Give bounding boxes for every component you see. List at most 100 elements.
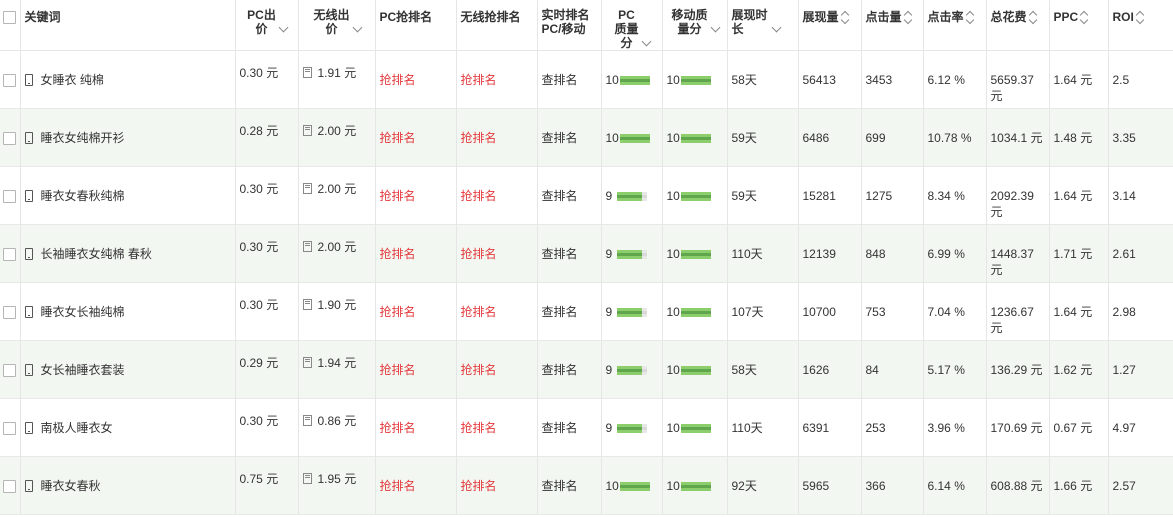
sort-icon[interactable]: [278, 22, 288, 33]
realtime-rank-cell: 查排名: [537, 282, 602, 341]
header-total-cost[interactable]: 总花费: [986, 0, 1050, 51]
select-all-checkbox[interactable]: [3, 11, 16, 25]
header-pc-quality[interactable]: PC质量分: [601, 0, 663, 51]
sort-icon[interactable]: [641, 36, 651, 47]
header-ppc[interactable]: PPC: [1049, 0, 1109, 51]
wireless-icon: [302, 299, 312, 310]
check-rank-link[interactable]: 查排名: [542, 189, 578, 203]
pc-quality-cell: 9: [601, 398, 663, 457]
quality-bar: [680, 247, 711, 263]
table-row: 睡衣女春秋 0.75 元 1.95 元抢排名 抢排名 查排名 10 10 92天 5965 366…: [0, 456, 1173, 515]
pc-rank-link[interactable]: 抢排名: [380, 247, 416, 261]
row-checkbox[interactable]: [3, 132, 16, 146]
total-cost-cell: 608.88 元: [986, 456, 1050, 515]
wireless-bid-cell: 1.94 元: [298, 340, 376, 399]
sort-icon[interactable]: [771, 22, 781, 33]
mobile-icon: [24, 364, 33, 376]
check-rank-link[interactable]: 查排名: [542, 305, 578, 319]
ppc-cell: 1.48 元: [1049, 108, 1109, 167]
wireless-rank-link[interactable]: 抢排名: [461, 421, 497, 435]
table-row: 女睡衣 纯棉 0.30 元 1.91 元抢排名 抢排名 查排名 10 10 58天 56413 3…: [0, 50, 1173, 109]
check-rank-link[interactable]: 查排名: [542, 73, 578, 87]
table-row: 女长袖睡衣套装 0.29 元 1.94 元抢排名 抢排名 查排名 9 10 58天 1626 8…: [0, 340, 1173, 399]
clicks-cell: 253: [861, 398, 924, 457]
wireless-rank-link[interactable]: 抢排名: [461, 479, 497, 493]
wireless-rank-link[interactable]: 抢排名: [461, 247, 497, 261]
row-checkbox[interactable]: [3, 248, 16, 262]
header-wireless-bid[interactable]: 无线出价: [298, 0, 376, 51]
header-ctr[interactable]: 点击率: [923, 0, 987, 51]
check-rank-link[interactable]: 查排名: [542, 247, 578, 261]
sort-icon[interactable]: [1135, 11, 1145, 25]
wireless-rank-cell: 抢排名: [456, 50, 538, 109]
wireless-rank-link[interactable]: 抢排名: [461, 305, 497, 319]
table-row: 长袖睡衣女纯棉 春秋 0.30 元 2.00 元抢排名 抢排名 查排名 9 10 110天 1…: [0, 224, 1173, 283]
check-rank-link[interactable]: 查排名: [542, 363, 578, 377]
check-rank-link[interactable]: 查排名: [542, 131, 578, 145]
row-checkbox[interactable]: [3, 74, 16, 88]
total-cost-cell: 1448.37 元: [986, 224, 1050, 283]
wireless-rank-cell: 抢排名: [456, 340, 538, 399]
check-rank-link[interactable]: 查排名: [542, 479, 578, 493]
quality-bar: [680, 131, 711, 147]
header-mobile-quality[interactable]: 移动质量分: [662, 0, 728, 51]
pc-rank-link[interactable]: 抢排名: [380, 421, 416, 435]
table-row: 南极人睡衣女 0.30 元 0.86 元抢排名 抢排名 查排名 9 10 110天 6391 2…: [0, 398, 1173, 457]
sort-icon[interactable]: [965, 11, 974, 25]
header-roi[interactable]: ROI: [1108, 0, 1173, 51]
ppc-cell: 0.67 元: [1049, 398, 1109, 457]
pc-rank-cell: 抢排名: [375, 282, 457, 341]
impressions-cell: 10700: [798, 282, 862, 341]
row-checkbox[interactable]: [3, 306, 16, 320]
row-checkbox[interactable]: [3, 422, 16, 436]
pc-rank-link[interactable]: 抢排名: [380, 305, 416, 319]
wireless-bid-cell: 2.00 元: [298, 224, 376, 283]
header-display-days[interactable]: 展现时长: [727, 0, 799, 51]
impressions-cell: 56413: [798, 50, 862, 109]
pc-rank-link[interactable]: 抢排名: [380, 363, 416, 377]
table-header: 关键词 PC出价 无线出价 PC抢排名 无线抢排名 实时排名PC/移动 PC质量…: [0, 0, 1173, 51]
header-impressions[interactable]: 展现量: [798, 0, 862, 51]
wireless-rank-link[interactable]: 抢排名: [461, 189, 497, 203]
wireless-rank-link[interactable]: 抢排名: [461, 363, 497, 377]
pc-rank-link[interactable]: 抢排名: [380, 73, 416, 87]
keyword-cell: 南极人睡衣女: [20, 398, 236, 457]
clicks-cell: 84: [861, 340, 924, 399]
sort-icon[interactable]: [352, 22, 362, 33]
wireless-rank-link[interactable]: 抢排名: [461, 73, 497, 87]
sort-icon[interactable]: [1079, 11, 1089, 25]
realtime-rank-cell: 查排名: [537, 166, 602, 225]
sort-icon[interactable]: [1028, 11, 1037, 25]
clicks-cell: 848: [861, 224, 924, 283]
pc-rank-link[interactable]: 抢排名: [380, 131, 416, 145]
row-checkbox[interactable]: [3, 480, 16, 494]
quality-bar: [680, 479, 711, 495]
wireless-icon: [302, 473, 312, 484]
mobile-quality-cell: 10: [662, 456, 728, 515]
total-cost-cell: 170.69 元: [986, 398, 1050, 457]
keyword-text: 女长袖睡衣套装: [40, 363, 125, 377]
sort-icon[interactable]: [903, 11, 912, 25]
row-checkbox[interactable]: [3, 364, 16, 378]
row-checkbox[interactable]: [3, 190, 16, 204]
sort-icon[interactable]: [840, 11, 849, 25]
wireless-rank-link[interactable]: 抢排名: [461, 131, 497, 145]
sort-icon[interactable]: [710, 22, 720, 33]
pc-rank-cell: 抢排名: [375, 166, 457, 225]
pc-quality-cell: 10: [601, 456, 663, 515]
check-rank-link[interactable]: 查排名: [542, 421, 578, 435]
header-clicks[interactable]: 点击量: [861, 0, 924, 51]
total-cost-cell: 1034.1 元: [986, 108, 1050, 167]
keyword-cell: 睡衣女纯棉开衫: [20, 108, 236, 167]
select-all-cell: [0, 0, 21, 51]
display-days-cell: 58天: [727, 340, 799, 399]
pc-rank-link[interactable]: 抢排名: [380, 479, 416, 493]
realtime-rank-cell: 查排名: [537, 340, 602, 399]
display-days-cell: 58天: [727, 50, 799, 109]
header-pc-bid[interactable]: PC出价: [235, 0, 299, 51]
roi-cell: 3.14: [1112, 189, 1136, 203]
pc-rank-cell: 抢排名: [375, 224, 457, 283]
pc-rank-link[interactable]: 抢排名: [380, 189, 416, 203]
row-select-cell: [0, 340, 21, 399]
ctr-cell: 5.17 %: [923, 340, 987, 399]
